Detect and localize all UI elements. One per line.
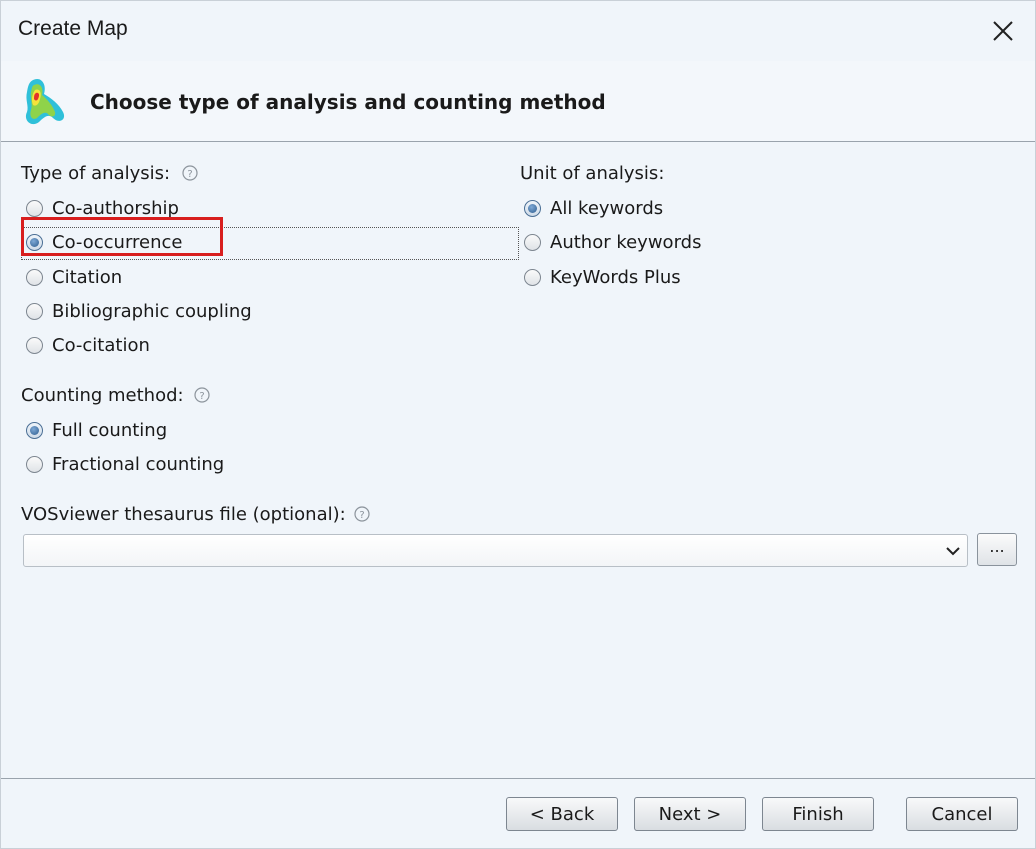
radio-button-selected[interactable]	[524, 199, 541, 217]
radio-button-selected[interactable]	[26, 233, 43, 251]
radio-button-selected[interactable]	[26, 421, 43, 439]
radio-author-keywords[interactable]: Author keywords	[524, 227, 701, 257]
radio-label: All keywords	[550, 197, 664, 219]
radio-button[interactable]	[26, 336, 43, 354]
counting-method-label: Counting method:	[21, 385, 184, 406]
radio-label: Co-citation	[52, 334, 150, 356]
thesaurus-file-dropdown[interactable]	[23, 534, 968, 567]
back-button[interactable]: < Back	[506, 797, 618, 831]
create-map-dialog: Create Map Choose type of analysis and c…	[0, 0, 1036, 849]
close-icon	[993, 21, 1013, 41]
radio-citation[interactable]: Citation	[26, 262, 122, 292]
footer-divider	[1, 778, 1035, 779]
step-title: Choose type of analysis and counting met…	[90, 90, 606, 114]
close-button[interactable]	[983, 11, 1023, 51]
radio-full-counting[interactable]: Full counting	[26, 415, 167, 445]
title-bar: Create Map	[1, 1, 1035, 61]
next-button[interactable]: Next >	[634, 797, 746, 831]
radio-label: Co-occurrence	[52, 231, 183, 253]
radio-fractional-counting[interactable]: Fractional counting	[26, 449, 224, 479]
radio-label: Co-authorship	[52, 197, 179, 219]
radio-co-authorship[interactable]: Co-authorship	[26, 193, 179, 223]
help-icon[interactable]: ?	[194, 387, 210, 403]
radio-label: Citation	[52, 266, 123, 288]
svg-text:?: ?	[359, 510, 364, 521]
window-title: Create Map	[18, 17, 128, 40]
radio-label: Fractional counting	[52, 453, 225, 475]
radio-button[interactable]	[524, 233, 541, 251]
radio-all-keywords[interactable]: All keywords	[524, 193, 663, 223]
radio-label: Author keywords	[550, 231, 702, 253]
help-icon[interactable]: ?	[182, 165, 198, 181]
type-of-analysis-label: Type of analysis:	[21, 163, 171, 184]
radio-label: Full counting	[52, 419, 168, 441]
svg-text:?: ?	[199, 391, 204, 402]
svg-text:?: ?	[187, 169, 192, 180]
radio-bibliographic-coupling[interactable]: Bibliographic coupling	[26, 296, 252, 326]
radio-keywords-plus[interactable]: KeyWords Plus	[524, 262, 681, 292]
wizard-header: Choose type of analysis and counting met…	[1, 61, 1035, 142]
cancel-button[interactable]: Cancel	[906, 797, 1018, 831]
help-icon[interactable]: ?	[354, 506, 370, 522]
radio-label: Bibliographic coupling	[52, 300, 252, 322]
radio-co-citation[interactable]: Co-citation	[26, 330, 150, 360]
radio-button[interactable]	[524, 268, 541, 286]
browse-button[interactable]: ...	[977, 533, 1017, 566]
radio-button[interactable]	[26, 455, 43, 473]
chevron-down-icon	[946, 547, 960, 556]
thesaurus-label: VOSviewer thesaurus file (optional):	[21, 504, 346, 525]
radio-button[interactable]	[26, 268, 43, 286]
radio-button[interactable]	[26, 302, 43, 320]
radio-button[interactable]	[26, 199, 43, 217]
vosviewer-logo-icon	[25, 78, 65, 125]
radio-label: KeyWords Plus	[550, 266, 681, 288]
unit-of-analysis-label: Unit of analysis:	[520, 163, 665, 184]
radio-co-occurrence[interactable]: Co-occurrence	[26, 227, 183, 257]
finish-button[interactable]: Finish	[762, 797, 874, 831]
